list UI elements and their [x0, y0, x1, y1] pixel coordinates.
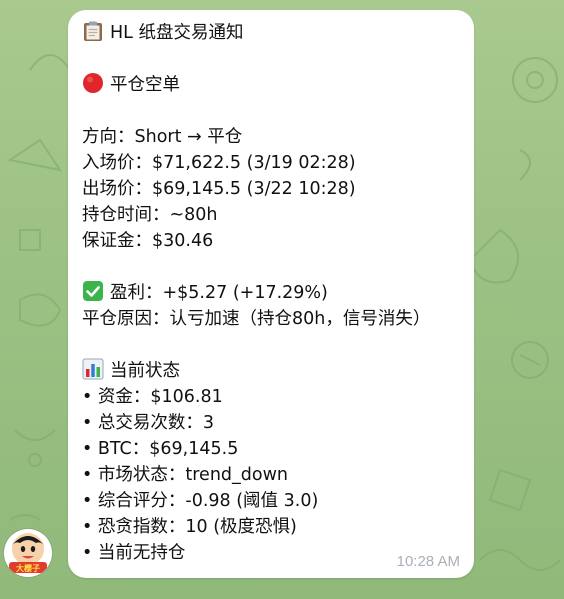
avatar-label: 大樱子 [16, 563, 40, 573]
detail-entry-price: 入场价：$71,622.5 (3/19 02:28) [82, 153, 356, 173]
status-composite-score: • 综合评分：-0.98 (阈值 3.0) [82, 491, 319, 511]
message-timestamp: 10:28 AM [396, 553, 460, 570]
status-fear-greed: • 恐贪指数：10 (极度恐惧) [82, 517, 297, 537]
status-trade-count: • 总交易次数：3 [82, 413, 215, 433]
status-balance: • 资金：$106.81 [82, 387, 223, 407]
status-header: 当前状态 [110, 361, 180, 381]
message-bubble[interactable]: HL 纸盘交易通知 平仓空单 方向：Short → 平仓 入场价：$71,622… [68, 10, 474, 578]
profit-value: 盈利：+$5.27 (+17.29%) [110, 283, 328, 303]
detail-holding-time: 持仓时间：~80h [82, 205, 218, 225]
detail-exit-price: 出场价：$69,145.5 (3/22 10:28) [82, 179, 356, 199]
action-line: 平仓空单 [82, 72, 464, 98]
profit-line: 盈利：+$5.27 (+17.29%) [82, 280, 464, 306]
bar-chart-icon [82, 358, 104, 380]
message-text: HL 纸盘交易通知 平仓空单 方向：Short → 平仓 入场价：$71,622… [82, 20, 464, 566]
avatar-image: 大樱子 [4, 529, 52, 577]
action-label: 平仓空单 [110, 75, 180, 95]
red-circle-icon [83, 73, 103, 93]
status-header-line: 当前状态 [82, 358, 464, 384]
close-reason: 平仓原因：认亏加速（持仓80h，信号消失） [82, 309, 431, 329]
message-title-line: HL 纸盘交易通知 [82, 20, 464, 46]
sender-avatar[interactable]: 大樱子 [4, 529, 52, 577]
message-title: HL 纸盘交易通知 [110, 23, 244, 43]
status-market-state: • 市场状态：trend_down [82, 465, 288, 485]
clipboard-icon [84, 21, 102, 41]
detail-direction: 方向：Short → 平仓 [82, 127, 243, 147]
detail-margin: 保证金：$30.46 [82, 231, 214, 251]
check-mark-icon [83, 281, 103, 301]
status-btc-price: • BTC：$69,145.5 [82, 439, 239, 459]
